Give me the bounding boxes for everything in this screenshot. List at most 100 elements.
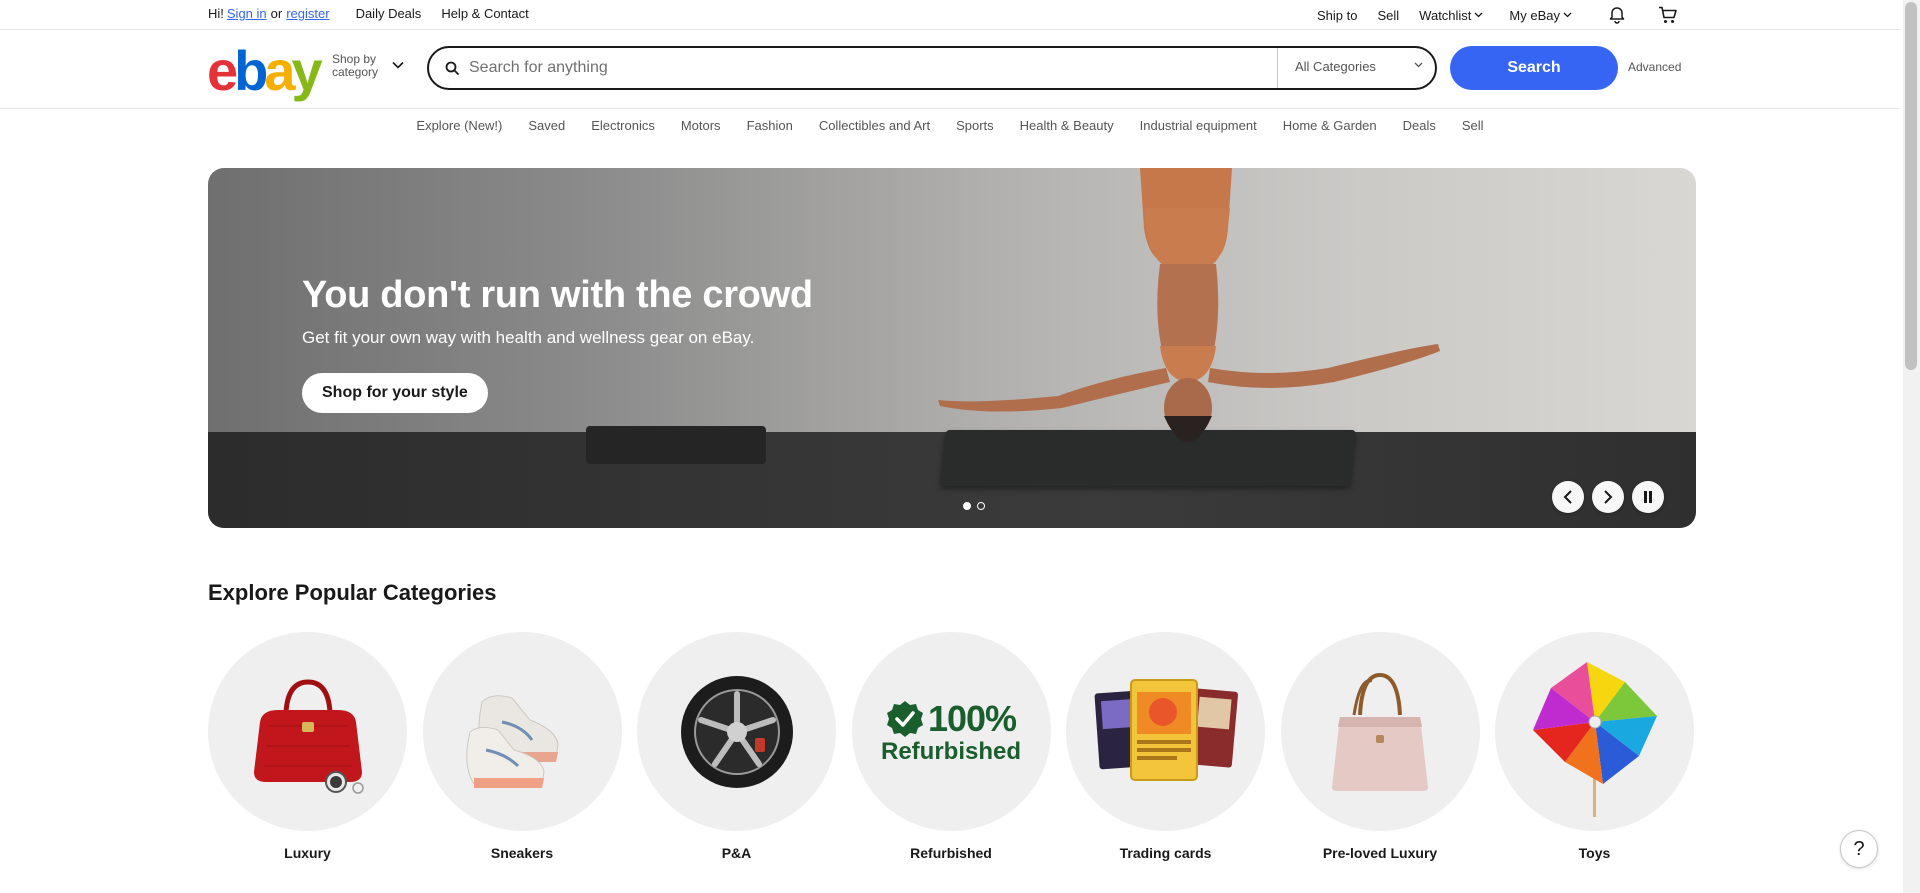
register-link[interactable]: register <box>286 6 329 21</box>
category-label: P&A <box>721 845 752 861</box>
topbar-right: Ship to Sell Watchlist My eBay <box>1291 6 1678 24</box>
check-badge-icon <box>886 700 923 737</box>
search-bar: All Categories <box>427 46 1437 90</box>
nav-item[interactable]: Deals <box>1403 118 1436 138</box>
category-select[interactable]: All Categories <box>1295 59 1376 74</box>
nav-item[interactable]: Motors <box>681 118 721 138</box>
nav-item[interactable]: Explore (New!) <box>416 118 502 138</box>
scrollbar-thumb[interactable] <box>1905 2 1917 370</box>
category-parts-accessories[interactable]: P&A <box>637 632 836 861</box>
category-image: 100% Refurbished <box>851 632 1051 831</box>
category-trading-cards[interactable]: Trading cards <box>1066 632 1265 861</box>
search-button[interactable]: Search <box>1450 46 1618 90</box>
cart-button[interactable] <box>1658 6 1678 24</box>
category-refurbished[interactable]: 100% Refurbished Refurbished <box>851 632 1051 861</box>
sign-in-link[interactable]: Sign in <box>227 6 267 21</box>
chevron-left-icon <box>1563 490 1572 504</box>
carousel-next-button[interactable] <box>1592 481 1624 513</box>
nav-item[interactable]: Sports <box>956 118 994 138</box>
nav-item[interactable]: Saved <box>528 118 565 138</box>
category-image <box>208 632 407 831</box>
category-luxury[interactable]: Luxury <box>208 632 407 861</box>
hero-cta-button[interactable]: Shop for your style <box>302 373 488 413</box>
category-label: Refurbished <box>910 845 992 861</box>
hero-title: You don't run with the crowd <box>302 274 813 316</box>
sneakers-image <box>466 694 559 788</box>
sell-link[interactable]: Sell <box>1377 8 1399 23</box>
notifications-button[interactable] <box>1608 6 1626 24</box>
section-title: Explore Popular Categories <box>208 580 497 605</box>
shop-by-category-button[interactable]: Shop by category <box>332 53 392 79</box>
help-contact-link[interactable]: Help & Contact <box>441 6 528 21</box>
category-nav: Explore (New!) Saved Electronics Motors Fash… <box>0 118 1900 138</box>
category-sneakers[interactable]: Sneakers <box>422 632 622 861</box>
tote-bag-image <box>1332 672 1428 791</box>
logo-letter-y: y <box>291 39 323 102</box>
my-ebay-label: My eBay <box>1509 7 1560 23</box>
chevron-down-icon <box>1474 12 1483 18</box>
refurbished-percent: 100% <box>927 697 1017 739</box>
logo-letter-e: e <box>207 39 238 102</box>
daily-deals-link[interactable]: Daily Deals <box>356 6 422 21</box>
category-image <box>422 632 622 831</box>
advanced-search-link[interactable]: Advanced <box>1628 60 1681 74</box>
help-button[interactable]: ? <box>1840 830 1878 868</box>
category-label: Luxury <box>284 845 331 861</box>
category-toys[interactable]: Toys <box>1495 632 1694 861</box>
top-utility-bar: Hi! Sign in or register Daily Deals Help… <box>0 0 1900 30</box>
carousel-pause-button[interactable] <box>1632 481 1664 513</box>
logo-letter-b: b <box>234 39 268 102</box>
site-header: e b a y Shop by category All Categories … <box>0 31 1900 109</box>
category-image <box>1066 632 1265 831</box>
my-ebay-menu[interactable]: My eBay <box>1509 8 1572 23</box>
nav-item[interactable]: Health & Beauty <box>1020 118 1114 138</box>
carousel-prev-button[interactable] <box>1552 481 1584 513</box>
bell-icon <box>1609 7 1625 24</box>
chevron-down-icon[interactable] <box>1414 62 1423 68</box>
refurbished-badge-text: Refurbished <box>880 737 1021 765</box>
hero-banner[interactable]: You don't run with the crowd Get fit you… <box>208 168 1696 528</box>
category-image <box>1280 632 1480 831</box>
search-icon <box>445 61 459 75</box>
ship-to-link[interactable]: Ship to <box>1317 8 1357 23</box>
watchlist-menu[interactable]: Watchlist <box>1419 8 1483 23</box>
category-label: Trading cards <box>1119 845 1212 861</box>
topbar-left: Hi! Sign in or register Daily Deals Help… <box>208 6 529 21</box>
search-divider <box>1277 48 1278 88</box>
hero-block <box>586 426 766 464</box>
nav-item[interactable]: Fashion <box>747 118 793 138</box>
chevron-down-icon <box>1563 12 1572 18</box>
category-image <box>637 632 836 831</box>
carousel-dots <box>960 502 988 510</box>
nav-item[interactable]: Sell <box>1462 118 1484 138</box>
carousel-dot[interactable] <box>977 502 985 510</box>
pause-icon <box>1644 491 1652 503</box>
nav-item[interactable]: Industrial equipment <box>1140 118 1257 138</box>
hero-subtitle: Get fit your own way with health and wel… <box>302 328 755 347</box>
search-input[interactable] <box>469 59 1269 77</box>
category-label: Sneakers <box>490 845 554 861</box>
chevron-down-icon[interactable] <box>392 61 404 69</box>
nav-item[interactable]: Home & Garden <box>1283 118 1377 138</box>
category-label: Pre-loved Luxury <box>1322 845 1438 861</box>
refurbished-badge: 100% Refurbished <box>881 698 1021 766</box>
carousel-dot[interactable] <box>963 502 971 510</box>
wheel-image <box>680 675 793 788</box>
chevron-right-icon <box>1604 490 1613 504</box>
pinwheel-image <box>1532 661 1657 817</box>
category-list: Luxury Sneakers P&A 100% Refurbished Ref… <box>208 632 1710 861</box>
category-pre-loved-luxury[interactable]: Pre-loved Luxury <box>1280 632 1480 861</box>
greeting-text: Hi! <box>208 6 224 21</box>
ebay-logo[interactable]: e b a y <box>207 39 323 102</box>
trading-cards-image <box>1094 678 1238 781</box>
category-image <box>1495 632 1694 831</box>
nav-item[interactable]: Collectibles and Art <box>819 118 930 138</box>
cart-icon <box>1659 6 1677 23</box>
watchlist-label: Watchlist <box>1419 7 1472 23</box>
nav-item[interactable]: Electronics <box>591 118 655 138</box>
category-label: Toys <box>1578 845 1611 861</box>
hero-person-image <box>938 168 1440 442</box>
page-scrollbar[interactable] <box>1903 0 1920 893</box>
or-text: or <box>270 6 283 21</box>
handbag-watch-image <box>253 678 364 794</box>
